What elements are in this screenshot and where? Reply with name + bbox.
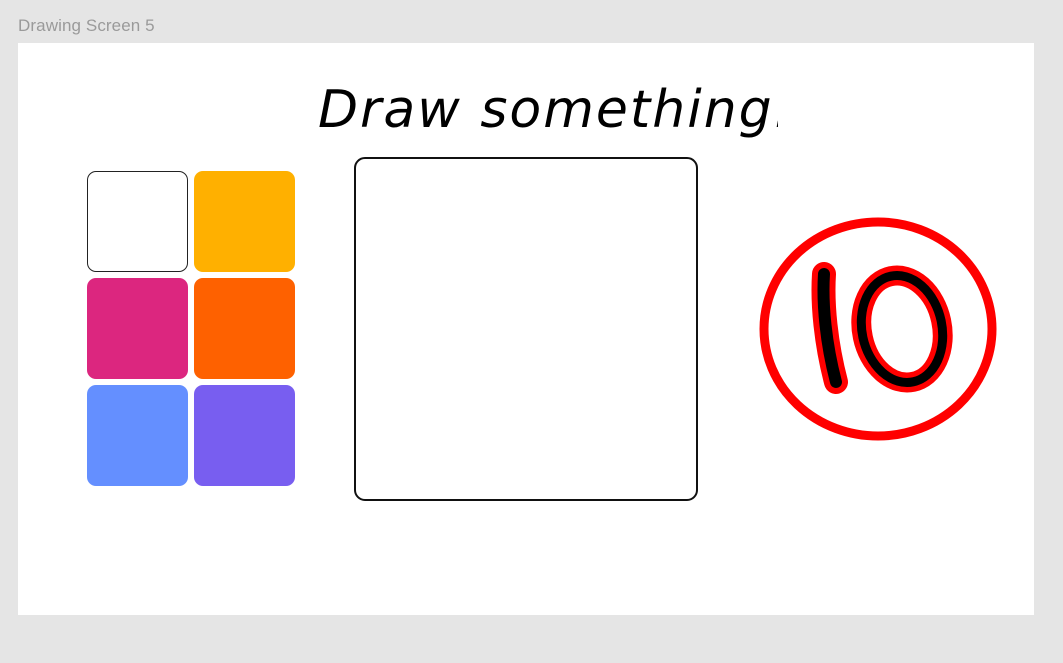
timer-digit-zero bbox=[851, 265, 953, 393]
drawing-canvas[interactable] bbox=[354, 157, 698, 501]
color-swatch-white[interactable] bbox=[87, 171, 188, 272]
color-swatch-blue[interactable] bbox=[87, 385, 188, 486]
page-title-text: Draw something... bbox=[318, 80, 778, 140]
timer-ring bbox=[759, 217, 997, 441]
color-swatch-amber[interactable] bbox=[194, 171, 295, 272]
color-swatch-violet[interactable] bbox=[194, 385, 295, 486]
timer-digit-one bbox=[811, 262, 848, 394]
timer-value: 10 bbox=[877, 343, 879, 345]
color-palette bbox=[87, 171, 297, 487]
countdown-timer: 10 bbox=[759, 217, 997, 441]
page-title: Draw something... bbox=[318, 80, 778, 140]
frame-label: Drawing Screen 5 bbox=[18, 16, 155, 35]
color-swatch-orange[interactable] bbox=[194, 278, 295, 379]
drawing-screen-frame: Draw something... 10 bbox=[18, 43, 1034, 615]
color-swatch-magenta[interactable] bbox=[87, 278, 188, 379]
